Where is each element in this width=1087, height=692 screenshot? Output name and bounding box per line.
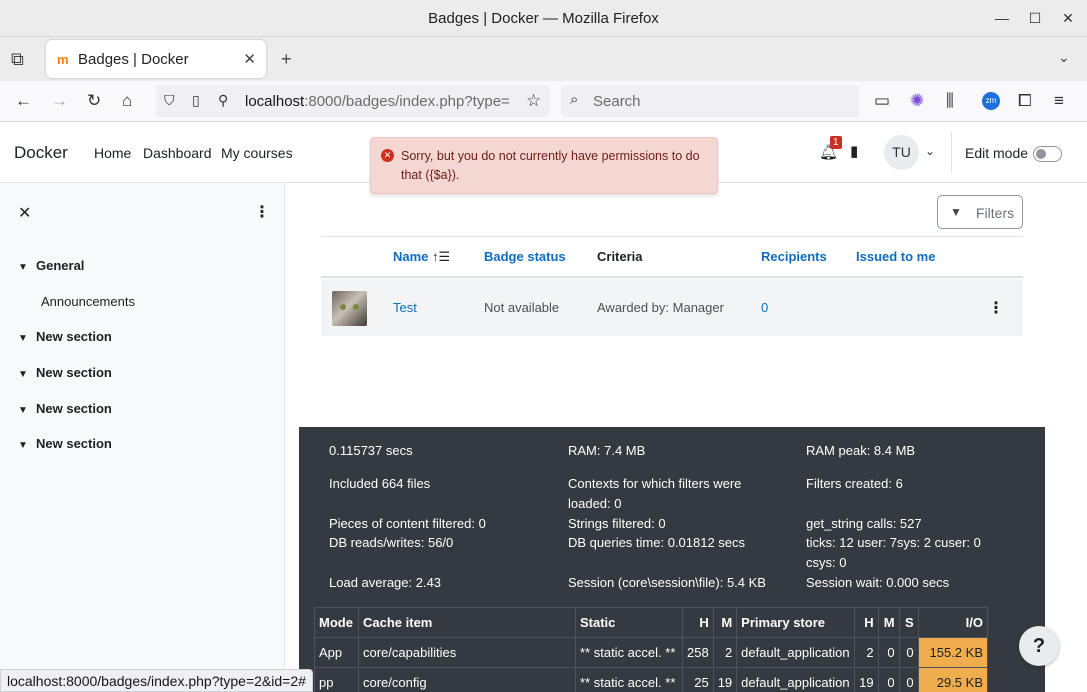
- error-alert: ✕ Sorry, but you do not currently have p…: [370, 137, 718, 194]
- perf-get-string: get_string calls: 527: [806, 516, 922, 531]
- menu-icon[interactable]: ≡: [1054, 91, 1064, 111]
- perf-filters-created: Filters created: 6: [806, 476, 903, 491]
- col-issued-to-me[interactable]: Issued to me: [856, 249, 935, 264]
- messages-icon[interactable]: ▮: [850, 142, 858, 160]
- close-window-icon[interactable]: ✕: [1058, 8, 1078, 28]
- header-divider: [951, 132, 952, 173]
- library-icon[interactable]: ⫼: [946, 91, 954, 111]
- section-general[interactable]: ▼ General: [18, 258, 84, 273]
- home-icon[interactable]: ⌂: [122, 91, 132, 111]
- search-placeholder: Search: [593, 93, 641, 110]
- extension-gear-icon[interactable]: ✺: [910, 91, 924, 111]
- perf-contexts: Contexts for which filters were loaded: …: [568, 476, 742, 511]
- maximize-icon[interactable]: ☐: [1025, 8, 1045, 28]
- drawer-options-icon[interactable]: ⋮: [254, 202, 270, 222]
- window-title: Badges | Docker — Mozilla Firefox: [428, 10, 659, 27]
- badge-image: [332, 291, 367, 326]
- badge-criteria: Awarded by: Manager: [597, 300, 724, 315]
- perf-db-rw: DB reads/writes: 56/0: [329, 535, 454, 550]
- section-new-2[interactable]: ▼ New section: [18, 365, 112, 380]
- badges-table-header: Name ↑☰ Badge status Criteria Recipients…: [321, 236, 1023, 278]
- section-new-1[interactable]: ▼ New section: [18, 329, 112, 344]
- forward-icon[interactable]: →: [51, 91, 68, 111]
- user-menu-chevron-icon[interactable]: ⌄: [925, 144, 935, 158]
- col-badge-status[interactable]: Badge status: [484, 249, 566, 264]
- help-button[interactable]: ?: [1019, 626, 1059, 666]
- nav-my-courses[interactable]: My courses: [221, 145, 293, 161]
- perf-included: Included 664 files: [329, 476, 431, 491]
- col-recipients[interactable]: Recipients: [761, 249, 827, 264]
- course-index-drawer: ✕ ⋮ ▼ General Announcements ▼ New section …: [0, 183, 285, 692]
- nav-dashboard[interactable]: Dashboard: [143, 145, 212, 161]
- activity-announcements[interactable]: Announcements: [41, 294, 135, 309]
- section-new-4[interactable]: ▼ New section: [18, 436, 112, 451]
- perf-ticks: ticks: 12 user: 7sys: 2 cuser: 0 csys: 0: [806, 535, 981, 570]
- close-drawer-icon[interactable]: ✕: [18, 203, 31, 223]
- filters-button[interactable]: ▼ Filters: [937, 195, 1023, 229]
- tab-label: Badges | Docker: [78, 51, 189, 68]
- navigation-toolbar: ← → ↻ ⌂ ⛉ ▯ ⚲ localhost:8000/badges/inde…: [0, 81, 1087, 122]
- sort-asc-icon: ↑☰: [432, 249, 451, 264]
- row-actions-icon[interactable]: ⋮: [988, 298, 1004, 318]
- perf-pieces: Pieces of content filtered: 0: [329, 516, 486, 531]
- filter-funnel-icon: ▼: [950, 205, 962, 219]
- user-avatar[interactable]: TU: [884, 135, 919, 170]
- link-status-bar: localhost:8000/badges/index.php?type=2&i…: [0, 669, 313, 692]
- search-icon: ⌕: [570, 91, 579, 108]
- permissions-icon[interactable]: ⚲: [218, 92, 228, 109]
- edit-mode-toggle[interactable]: [1033, 146, 1062, 162]
- list-all-tabs-icon[interactable]: ⌄: [1058, 49, 1070, 66]
- badge-recipients-link[interactable]: 0: [761, 300, 768, 315]
- new-tab-icon[interactable]: +: [281, 49, 292, 70]
- close-tab-icon[interactable]: ✕: [243, 50, 256, 68]
- url-text[interactable]: localhost:8000/badges/index.php?type=: [245, 93, 515, 110]
- shield-icon[interactable]: ⛉: [164, 92, 175, 109]
- chevron-down-icon: ▼: [18, 262, 28, 273]
- tab-bar: ⧉ m Badges | Docker ✕ + ⌄: [0, 37, 1087, 81]
- url-bar[interactable]: ⛉ ▯ ⚲ localhost:8000/badges/index.php?ty…: [156, 85, 550, 117]
- sidebar-icon[interactable]: ▭: [874, 91, 890, 111]
- tab-badges[interactable]: m Badges | Docker ✕: [46, 40, 266, 78]
- tab-list-icon[interactable]: ⧉: [11, 49, 24, 70]
- perf-strings: Strings filtered: 0: [568, 516, 666, 531]
- table-row: App core/capabilities ** static accel. *…: [314, 637, 989, 668]
- site-brand[interactable]: Docker: [14, 143, 68, 163]
- chevron-down-icon: ▼: [18, 333, 28, 344]
- back-icon[interactable]: ←: [15, 91, 32, 111]
- zoom-extension-icon[interactable]: zm: [982, 92, 1000, 110]
- chevron-down-icon: ▼: [18, 440, 28, 451]
- search-bar[interactable]: ⌕ Search: [561, 85, 859, 117]
- perf-db-time: DB queries time: 0.01812 secs: [568, 535, 746, 550]
- cache-header-row: Mode Cache item Static H M Primary store…: [314, 607, 989, 638]
- perf-ram-peak: RAM peak: 8.4 MB: [806, 443, 916, 458]
- perf-load: Load average: 2.43: [329, 575, 442, 590]
- badge-status: Not available: [484, 300, 560, 315]
- performance-footer: 0.115737 secs RAM: 7.4 MB RAM peak: 8.4 …: [299, 427, 1045, 692]
- badge-name-link[interactable]: Test: [393, 300, 417, 315]
- reload-icon[interactable]: ↻: [87, 91, 101, 111]
- edit-mode-label: Edit mode: [965, 145, 1029, 161]
- col-name[interactable]: Name ↑☰: [393, 249, 450, 265]
- section-new-3[interactable]: ▼ New section: [18, 401, 112, 416]
- bookmark-star-icon[interactable]: ☆: [526, 91, 541, 111]
- alert-message: Sorry, but you do not currently have per…: [401, 149, 700, 182]
- extensions-puzzle-icon[interactable]: ⧠: [1018, 91, 1032, 111]
- moodle-favicon-icon: m: [57, 52, 69, 67]
- col-criteria: Criteria: [597, 249, 643, 264]
- table-row: Test Not available Awarded by: Manager 0…: [321, 279, 1023, 336]
- window-titlebar: Badges | Docker — Mozilla Firefox — ☐ ✕: [0, 0, 1087, 37]
- nav-home[interactable]: Home: [94, 145, 131, 161]
- perf-time: 0.115737 secs: [329, 443, 413, 458]
- table-row: pp core/config ** static accel. ** 25 19…: [314, 667, 989, 692]
- minimize-icon[interactable]: —: [992, 8, 1012, 28]
- chevron-down-icon: ▼: [18, 369, 28, 380]
- perf-ram: RAM: 7.4 MB: [568, 443, 646, 458]
- perf-session-wait: Session wait: 0.000 secs: [806, 575, 950, 590]
- perf-session: Session (core\session\file): 5.4 KB: [568, 575, 766, 590]
- page-icon: ▯: [192, 92, 200, 108]
- chevron-down-icon: ▼: [18, 405, 28, 416]
- error-icon: ✕: [381, 149, 394, 162]
- notification-count-badge: 1: [830, 136, 842, 149]
- cache-table: Mode Cache item Static H M Primary store…: [314, 607, 989, 692]
